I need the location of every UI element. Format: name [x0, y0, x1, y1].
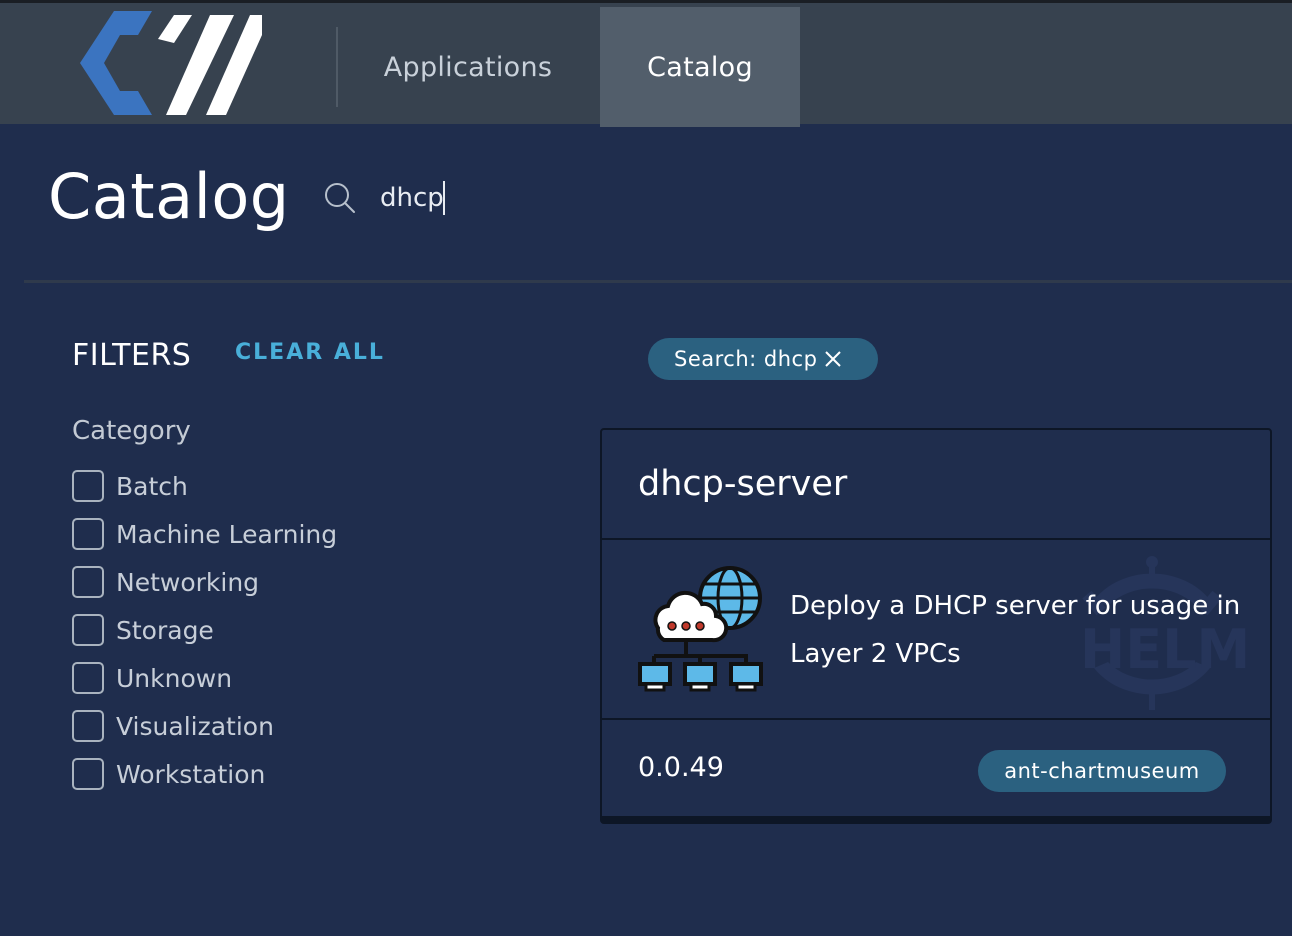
- checkbox[interactable]: [72, 470, 104, 502]
- search-icon: [325, 183, 355, 213]
- category-label: Workstation: [116, 759, 266, 789]
- page-title: Catalog: [48, 160, 290, 233]
- search-input[interactable]: [380, 176, 680, 220]
- repository-badge: ant-chartmuseum: [978, 750, 1226, 792]
- network-cloud-icon: [638, 566, 763, 692]
- catalog-card[interactable]: dhcp-server HELM Deploy a DHCP server fo…: [600, 428, 1272, 824]
- card-header: dhcp-server: [602, 430, 1270, 540]
- card-body: HELM Deploy a DHCP server for usage in L…: [602, 540, 1270, 720]
- category-filter-workstation[interactable]: Workstation: [72, 750, 337, 798]
- checkbox[interactable]: [72, 758, 104, 790]
- category-label: Batch: [116, 471, 188, 501]
- text-caret: [443, 181, 445, 215]
- category-label: Unknown: [116, 663, 233, 693]
- category-label: Networking: [116, 567, 260, 597]
- category-filter-list: Batch Machine Learning Networking Storag…: [72, 462, 337, 798]
- category-filter-storage[interactable]: Storage: [72, 606, 337, 654]
- checkbox[interactable]: [72, 614, 104, 646]
- category-filter-unknown[interactable]: Unknown: [72, 654, 337, 702]
- search-filter-chip: Search: dhcp: [648, 338, 878, 380]
- category-label: Machine Learning: [116, 519, 338, 549]
- card-title: dhcp-server: [638, 464, 848, 504]
- checkbox[interactable]: [72, 662, 104, 694]
- category-filter-machine-learning[interactable]: Machine Learning: [72, 510, 337, 558]
- card-description: Deploy a DHCP server for usage in Layer …: [790, 591, 1241, 669]
- category-filter-batch[interactable]: Batch: [72, 462, 337, 510]
- cw-logo[interactable]: [74, 7, 264, 119]
- checkbox[interactable]: [72, 518, 104, 550]
- category-heading: Category: [72, 416, 191, 446]
- category-label: Visualization: [116, 711, 274, 741]
- checkbox[interactable]: [72, 710, 104, 742]
- filters-title: FILTERS: [72, 338, 192, 373]
- search-chip-label: Search: dhcp: [674, 347, 818, 371]
- top-nav-bar: Applications Catalog: [0, 0, 1292, 127]
- card-version: 0.0.49: [638, 752, 724, 783]
- nav-divider: [336, 27, 338, 107]
- clear-all-link[interactable]: CLEAR ALL: [235, 340, 385, 365]
- category-label: Storage: [116, 615, 214, 645]
- close-icon[interactable]: [823, 349, 843, 369]
- category-filter-networking[interactable]: Networking: [72, 558, 337, 606]
- tab-catalog[interactable]: Catalog: [600, 7, 800, 127]
- header-divider: [24, 280, 1292, 283]
- category-filter-visualization[interactable]: Visualization: [72, 702, 337, 750]
- tab-applications[interactable]: Applications: [340, 7, 596, 127]
- checkbox[interactable]: [72, 566, 104, 598]
